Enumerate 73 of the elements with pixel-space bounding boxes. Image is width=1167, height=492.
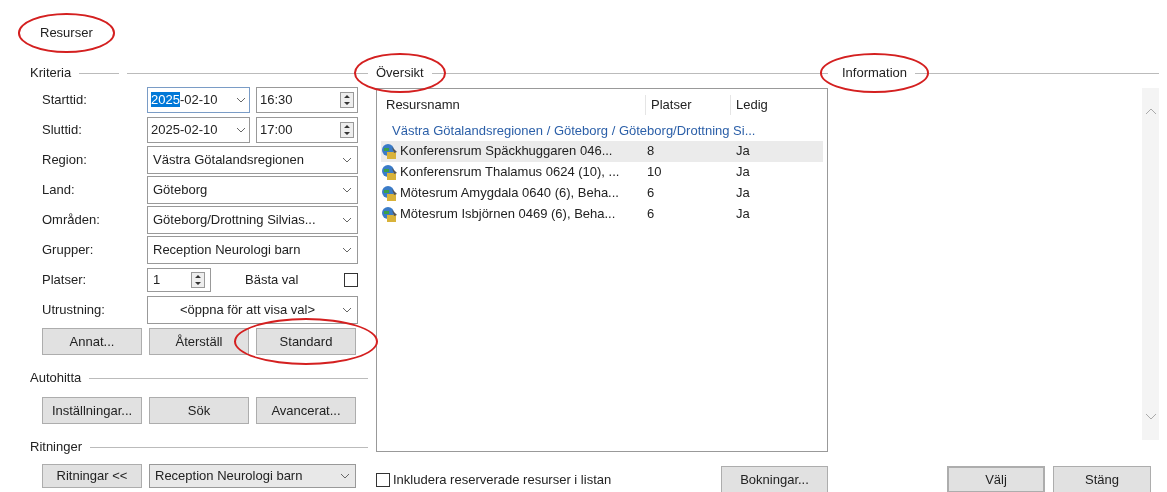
field-label: Land: [42,180,76,199]
chevron-down-icon [342,216,352,223]
dialog-title: Resurser [40,25,93,40]
checkbox-label: Bästa val [245,270,299,289]
room-resource-icon [381,205,399,223]
table-cell-text: Mötesrum Isbjörnen 0469 (6), Beha... [400,205,616,224]
list-row[interactable]: Mötesrum Amygdala 0640 (6), Beha... 6 Ja [381,182,823,204]
table-cell-text: Konferensrum Späckhuggaren 046... [400,142,613,161]
list-row[interactable]: Konferensrum Thalamus 0624 (10), ... 10 Ja [381,161,823,183]
button[interactable]: Stäng [1053,466,1151,492]
button[interactable]: Standard [256,328,356,355]
chevron-down-icon [236,126,246,133]
table-cell-text: Ja [735,184,751,203]
button[interactable]: Bokningar... [721,466,828,492]
field-label: Områden: [42,210,101,229]
spin-arrows-icon[interactable] [340,91,354,108]
section-heading: Översikt [376,65,424,81]
table-cell-text: 6 [646,205,656,224]
table-cell-text: 10 [646,163,663,182]
spin-arrows-icon[interactable] [191,271,205,288]
table-cell-text: Ja [735,163,751,182]
dropdown[interactable]: Reception Neurologi barn [149,464,356,488]
dropdown[interactable]: <öppna för att visa val> [147,295,358,324]
column-header[interactable]: Resursnamn [381,95,646,115]
chevron-down-icon [342,186,352,193]
table-cell-text: Konferensrum Thalamus 0624 (10), ... [400,163,620,182]
group-header: Västra Götalandsregionen / Göteborg / Göteborg/Drottning Si... [391,122,757,140]
field-label: Platser: [42,270,88,289]
table-cell-text: 8 [646,142,656,161]
list-row[interactable]: Konferensrum Späckhuggaren 046... 8 Ja [381,140,823,162]
list-row[interactable]: Mötesrum Isbjörnen 0469 (6), Beha... 6 Ja [381,203,823,225]
field-label: Grupper: [42,240,95,259]
checkbox[interactable] [376,472,390,487]
checkbox-label: Inkludera reserverade resurser i listan [393,470,612,489]
button[interactable]: Återställ [149,328,249,355]
table-cell-text: Ja [735,142,751,161]
column-header[interactable]: Ledig [731,95,811,115]
field-label: Starttid: [42,90,88,109]
chevron-down-icon [342,246,352,253]
field-label: Region: [42,150,88,169]
dropdown[interactable]: Västra Götalandsregionen [147,145,358,174]
chevron-down-icon [340,473,350,479]
table-cell-text: 6 [646,184,656,203]
section-heading: Kriteria [30,65,72,81]
chevron-down-icon [342,156,352,163]
section-heading: Autohitta [30,370,82,386]
section-heading: Ritninger [30,439,83,455]
table-cell-text: Mötesrum Amygdala 0640 (6), Beha... [400,184,619,203]
time-field[interactable]: 17:00 [256,116,358,143]
date-field[interactable]: 2025-02-10 [147,116,250,143]
dropdown[interactable]: Reception Neurologi barn [147,235,358,264]
dropdown[interactable]: Göteborg/Drottning Silvias... [147,205,358,234]
room-resource-icon [381,184,399,202]
button[interactable]: Sök [149,397,249,424]
chevron-down-icon [236,96,246,103]
table-cell-text: Ja [735,205,751,224]
time-field[interactable]: 16:30 [256,86,358,113]
section-heading: Information [842,65,908,81]
column-header[interactable]: Platser [646,95,731,115]
chevron-down-icon [342,306,352,313]
field-label: Sluttid: [42,120,83,139]
button[interactable]: Ritningar << [42,464,142,488]
spin-arrows-icon[interactable] [340,121,354,138]
dropdown[interactable]: Göteborg [147,175,358,204]
room-resource-icon [381,142,399,160]
number-field[interactable]: 1 [147,267,211,292]
button[interactable]: Inställningar... [42,397,142,424]
button[interactable]: Välj [947,466,1045,492]
button[interactable]: Avancerat... [256,397,356,424]
field-label: Utrustning: [42,300,106,319]
room-resource-icon [381,163,399,181]
button[interactable]: Annat... [42,328,142,355]
checkbox[interactable] [344,272,358,287]
